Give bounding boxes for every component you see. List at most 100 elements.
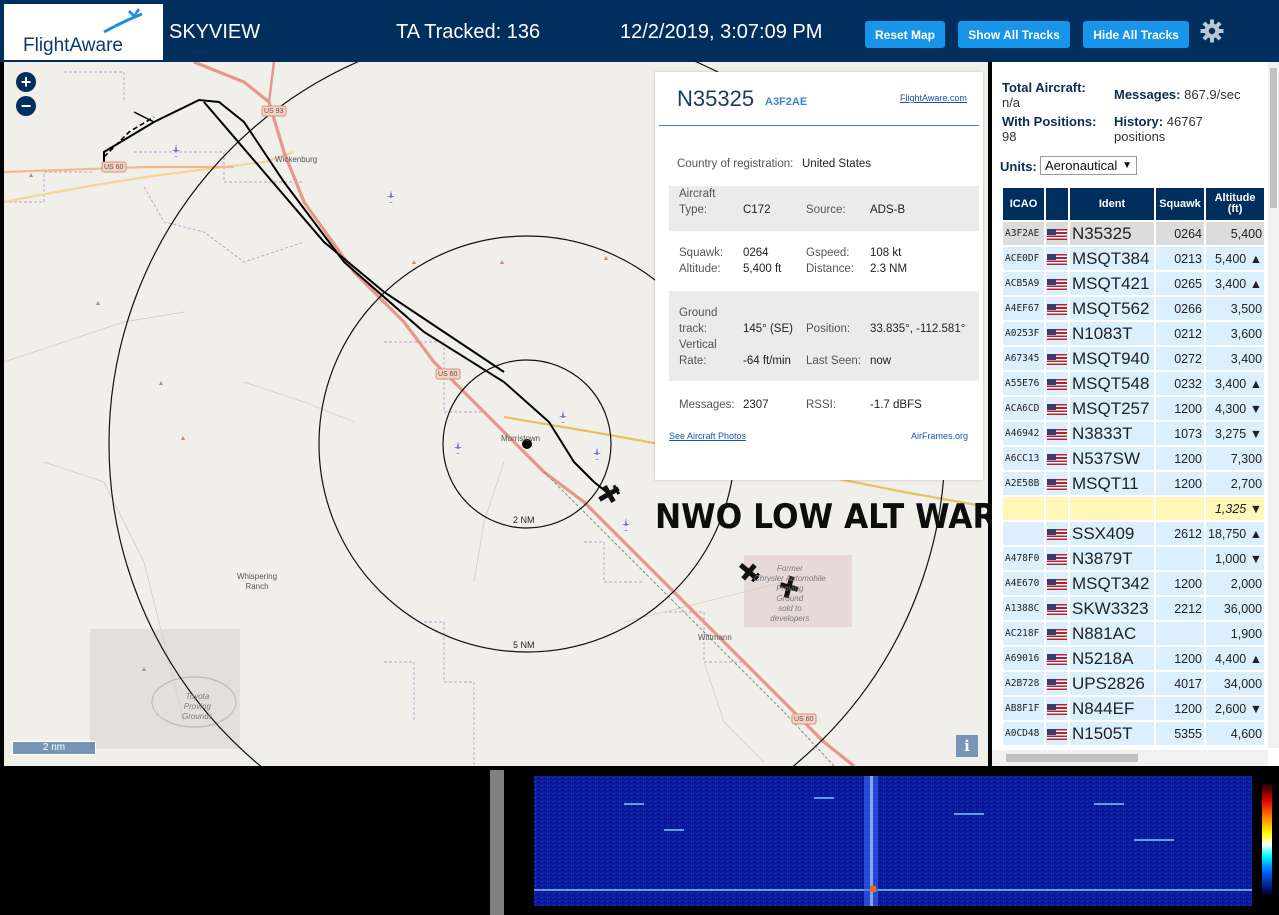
row-flag xyxy=(1044,670,1070,697)
table-row[interactable]: A46942 N3833T 1073 3,275 ▼ xyxy=(1001,420,1267,447)
row-squawk: 1073 xyxy=(1154,420,1206,447)
row-altitude: 2,700 xyxy=(1203,470,1267,497)
table-row[interactable]: AB8F1F N844EF 1200 2,600 ▼ xyxy=(1001,695,1267,722)
aircraft-markers xyxy=(172,144,630,531)
us-flag-icon xyxy=(1047,678,1067,690)
row-ident: MSQT342 xyxy=(1068,570,1156,597)
vertical-scrollbar[interactable] xyxy=(1268,62,1279,748)
rssi-label: RSSI: xyxy=(806,399,837,411)
zoom-out-button[interactable]: − xyxy=(16,96,36,116)
show-all-tracks-button[interactable]: Show All Tracks xyxy=(958,21,1070,48)
table-row[interactable]: A2B728 UPS2826 4017 34,000 xyxy=(1001,670,1267,697)
units-select[interactable]: Aeronautical ▼ xyxy=(1040,156,1137,175)
row-icao: A1388C xyxy=(1001,595,1046,622)
table-row[interactable]: A55E76 MSQT548 0232 3,400 ▲ xyxy=(1001,370,1267,397)
row-icao: AB8F1F xyxy=(1001,695,1046,722)
horizontal-scrollbar[interactable] xyxy=(992,750,1268,766)
row-flag xyxy=(1044,570,1070,597)
row-squawk: 5355 xyxy=(1154,720,1206,747)
table-row[interactable]: A1388C SKW3323 2212 36,000 xyxy=(1001,595,1267,622)
row-flag xyxy=(1044,470,1070,497)
reset-map-button[interactable]: Reset Map xyxy=(865,21,945,48)
row-icao: A2B728 xyxy=(1001,670,1046,697)
row-altitude: 3,500 xyxy=(1203,295,1267,322)
row-squawk: 0264 xyxy=(1154,220,1206,247)
row-flag xyxy=(1044,370,1070,397)
row-squawk: 1200 xyxy=(1154,470,1206,497)
road-shield-us60: US 60 xyxy=(438,371,458,378)
table-row[interactable]: A4E670 MSQT342 1200 2,000 xyxy=(1001,570,1267,597)
row-flag xyxy=(1044,445,1070,472)
aircraft-type-value: C172 xyxy=(743,204,771,216)
row-altitude: 1,000 ▼ xyxy=(1203,545,1267,572)
table-row[interactable]: SSX409 2612 18,750 ▲ xyxy=(1001,520,1267,547)
row-icao: A3F2AE xyxy=(1001,220,1046,247)
airframes-link[interactable]: AirFrames.org xyxy=(911,431,968,441)
scroll-thumb[interactable] xyxy=(1270,68,1277,208)
table-row[interactable]: A4EF67 MSQT562 0266 3,500 xyxy=(1001,295,1267,322)
table-row[interactable]: ACA6CD MSQT257 1200 4,300 ▼ xyxy=(1001,395,1267,422)
us-flag-icon xyxy=(1047,278,1067,290)
row-flag xyxy=(1044,695,1070,722)
selected-icao: A3F2AE xyxy=(765,96,808,108)
table-row[interactable]: A67345 MSQT940 0272 3,400 xyxy=(1001,345,1267,372)
table-row[interactable]: A69016 N5218A 1200 4,400 ▲ xyxy=(1001,645,1267,672)
us-flag-icon xyxy=(1047,378,1067,390)
row-ident: N35325 xyxy=(1068,220,1156,247)
map-info-button[interactable]: i xyxy=(956,735,978,757)
place-toyota-proving-grounds: Toyota Proving Grounds xyxy=(182,692,213,721)
peak-markers xyxy=(29,173,608,671)
distance-value: 2.3 NM xyxy=(870,263,908,275)
table-row[interactable]: A6CC13 N537SW 1200 7,300 xyxy=(1001,445,1267,472)
road-shield-us60: US 60 xyxy=(104,164,124,171)
scroll-thumb[interactable] xyxy=(1006,754,1138,762)
us-flag-icon xyxy=(1047,253,1067,265)
row-flag xyxy=(1044,645,1070,672)
altitude-label: Altitude: xyxy=(679,263,721,275)
flightaware-link[interactable]: FlightAware.com xyxy=(900,93,967,103)
header-bar: FlightAware SKYVIEW TA Tracked: 136 12/2… xyxy=(0,0,1279,62)
row-squawk: 2212 xyxy=(1154,595,1206,622)
table-row[interactable]: AC218F N881AC 1,900 xyxy=(1001,620,1267,647)
row-flag xyxy=(1044,220,1070,247)
table-row[interactable]: A0253F N1083T 0212 3,600 xyxy=(1001,320,1267,347)
row-icao: A478F0 xyxy=(1001,545,1046,572)
messages-value: 2307 xyxy=(743,399,769,411)
flightaware-logo[interactable]: FlightAware xyxy=(4,4,163,60)
table-row[interactable]: A3F2AE N35325 0264 5,400 xyxy=(1001,220,1267,247)
row-icao: A6CC13 xyxy=(1001,445,1046,472)
distance-label: Distance: xyxy=(806,263,854,275)
aircraft-photos-link[interactable]: See Aircraft Photos xyxy=(669,431,746,441)
row-ident: N5218A xyxy=(1068,645,1156,672)
scale-bar: 2 nm xyxy=(12,741,96,755)
row-icao: A4EF67 xyxy=(1001,295,1046,322)
table-row[interactable]: A478F0 N3879T 1,000 ▼ xyxy=(1001,545,1267,572)
col-squawk[interactable]: Squawk xyxy=(1154,186,1206,222)
table-row[interactable]: ACE0DF MSQT384 0213 5,400 ▲ xyxy=(1001,245,1267,272)
app-title: SKYVIEW xyxy=(169,21,261,43)
col-flag[interactable] xyxy=(1044,186,1070,222)
place-morristown: Morristown xyxy=(501,434,541,443)
table-row[interactable]: ACB5A9 MSQT421 0265 3,400 ▲ xyxy=(1001,270,1267,297)
panel-splitter[interactable] xyxy=(490,770,504,915)
place-wittmann: Wittmann xyxy=(698,633,732,642)
us-flag-icon xyxy=(1047,403,1067,415)
row-squawk: 1200 xyxy=(1154,395,1206,422)
chevron-down-icon: ▼ xyxy=(1122,160,1132,171)
row-ident: N881AC xyxy=(1068,620,1156,647)
row-icao: A2E58B xyxy=(1001,470,1046,497)
table-row[interactable]: 1,325 ▼ xyxy=(1001,495,1267,522)
table-row[interactable]: A2E58B MSQT11 1200 2,700 xyxy=(1001,470,1267,497)
row-altitude: 36,000 xyxy=(1203,595,1267,622)
row-flag xyxy=(1044,620,1070,647)
zoom-in-button[interactable]: + xyxy=(16,72,36,92)
gear-icon[interactable] xyxy=(1200,19,1224,43)
us-flag-icon xyxy=(1047,303,1067,315)
hide-all-tracks-button[interactable]: Hide All Tracks xyxy=(1083,21,1189,48)
table-row[interactable]: A0CD48 N1505T 5355 4,600 xyxy=(1001,720,1267,747)
col-icao[interactable]: ICAO xyxy=(1001,186,1046,222)
vertical-rate-value: -64 ft/min xyxy=(743,355,791,367)
col-altitude[interactable]: Altitude (ft) xyxy=(1203,186,1267,222)
col-ident[interactable]: Ident xyxy=(1068,186,1156,222)
clock: 12/2/2019, 3:07:09 PM xyxy=(620,21,823,43)
